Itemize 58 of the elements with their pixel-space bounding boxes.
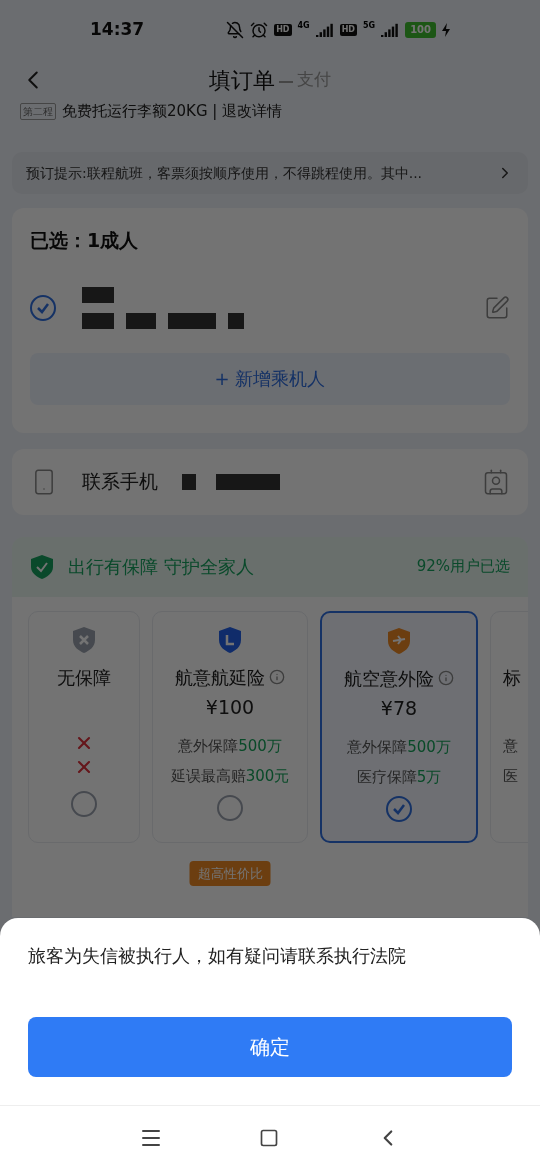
contact-label: 联系手机	[82, 469, 158, 495]
popularity-text: 92%用户已选	[416, 556, 510, 578]
plan-card[interactable]: 标 意 医	[490, 610, 528, 843]
plan-card[interactable]: 航空意外险 ¥78 意外保障500万 医疗保障5万	[320, 610, 478, 843]
shield-icon	[386, 626, 412, 655]
selected-radio[interactable]	[30, 294, 56, 321]
redacted-block	[126, 312, 156, 329]
coverage-line: 医	[503, 765, 518, 787]
contact-book-icon[interactable]	[482, 467, 510, 496]
redacted-block	[82, 312, 114, 329]
clock: 14:37	[90, 18, 145, 42]
charging-icon	[442, 23, 450, 37]
redacted-block	[82, 286, 114, 303]
bell-off-icon	[226, 21, 245, 39]
redacted-block	[216, 473, 280, 490]
coverage-line: 意外保障500万	[347, 736, 451, 758]
redacted-block	[182, 473, 196, 490]
plan-price: ¥78	[380, 696, 418, 719]
selected-radio[interactable]	[386, 795, 412, 822]
plan-name: 标	[503, 665, 521, 690]
coverage-line: 意	[503, 735, 518, 757]
network-type: 5G	[363, 20, 376, 32]
value-tag: 超高性价比	[189, 860, 271, 886]
add-passenger-button[interactable]: + 新增乘机人	[30, 352, 510, 405]
insurance-title: 出行有保障 守护全家人	[68, 555, 254, 579]
shield-icon	[217, 625, 243, 654]
baggage-info: 免费托运行李额20KG | 退改详情	[62, 100, 283, 122]
hd-badge: HD	[274, 24, 292, 36]
home-icon[interactable]	[259, 1128, 279, 1148]
hd-badge: HD	[339, 24, 357, 36]
redacted-block	[168, 312, 216, 329]
info-icon[interactable]	[438, 670, 454, 686]
coverage-line: 意外保障500万	[178, 735, 282, 757]
passenger-heading: 已选：1成人	[30, 229, 139, 251]
plan-name: 无保障	[57, 665, 111, 690]
plan-card[interactable]: 无保障	[28, 610, 140, 843]
plan-card[interactable]: 航意航延险 ¥100 意外保障500万 延误最高赔300元	[152, 610, 308, 843]
edit-icon[interactable]	[484, 294, 510, 321]
coverage-line: 医疗保障5万	[356, 766, 442, 788]
plan-name: 航空意外险	[344, 666, 434, 691]
confirm-button[interactable]: 确定	[28, 1017, 512, 1077]
signal-icon	[315, 23, 334, 37]
info-icon[interactable]	[269, 669, 285, 685]
alarm-icon	[250, 21, 269, 39]
shield-check-icon	[30, 553, 54, 580]
booking-notice[interactable]: 预订提示:联程航班，客票须按顺序使用，不得跳程使用。其中...	[12, 152, 528, 194]
shield-icon	[71, 625, 97, 654]
redacted-block	[228, 312, 244, 329]
plan-name: 航意航延险	[175, 665, 265, 690]
coverage-line: 延误最高赔300元	[170, 765, 290, 787]
unselected-radio[interactable]	[217, 794, 243, 821]
unselected-radio[interactable]	[71, 790, 97, 817]
page-title: 填订单	[209, 66, 275, 95]
plan-price: ¥100	[205, 695, 255, 718]
dialog-message: 旅客为失信被执行人，如有疑问请联系执行法院	[28, 944, 407, 968]
battery: 100	[405, 22, 436, 38]
network-type: 4G	[297, 20, 310, 32]
signal-icon	[381, 23, 400, 37]
